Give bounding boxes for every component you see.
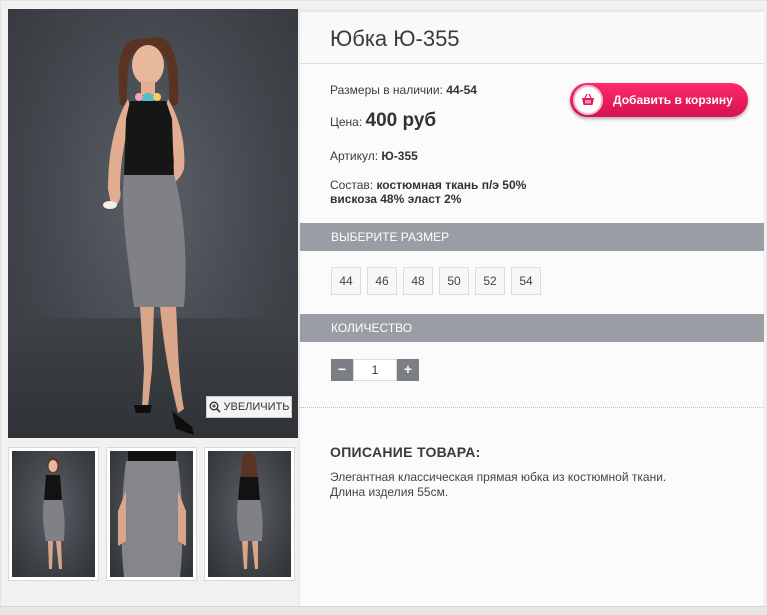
model-figure [103,37,194,435]
quantity-decrease-button[interactable]: − [331,359,353,381]
page-bottom-border [0,606,767,615]
quantity-section-header: КОЛИЧЕСТВО [300,314,764,342]
divider [300,407,764,408]
thumbnail-skirt-closeup[interactable] [106,447,197,581]
composition-line-2: вискоза 48% эласт 2% [330,192,462,206]
sizes-available: Размеры в наличии: 44-54 [330,83,477,97]
zoom-in-icon [209,401,221,413]
description-text: Элегантная классическая прямая юбка из к… [330,470,750,500]
thumbnail-back[interactable] [204,447,295,581]
composition-line-1: костюмная ткань п/э 50% [376,178,527,192]
sizes-label: Размеры в наличии: [330,83,443,97]
article-value: Ю-355 [381,149,418,163]
basket-icon [582,93,594,105]
add-to-cart-button[interactable]: Добавить в корзину [570,83,748,117]
size-option-46[interactable]: 46 [367,267,397,295]
product-details-panel: Юбка Ю-355 Размеры в наличии: 44-54 Цена… [299,9,764,607]
size-option-48[interactable]: 48 [403,267,433,295]
composition-label: Состав: [330,178,374,192]
sizes-value: 44-54 [446,83,477,97]
size-option-44[interactable]: 44 [331,267,361,295]
page-title: Юбка Ю-355 [330,26,460,51]
price-value: 400 руб [365,110,437,131]
zoom-button[interactable]: УВЕЛИЧИТЬ [206,396,292,418]
price: Цена: 400 руб [330,110,436,132]
thumbnail-front[interactable] [8,447,99,581]
zoom-label: УВЕЛИЧИТЬ [223,401,290,413]
price-label: Цена: [330,115,363,129]
size-option-50[interactable]: 50 [439,267,469,295]
description-line-1: Элегантная классическая прямая юбка из к… [330,470,667,484]
description-line-2: Длина изделия 55см. [330,485,449,499]
thumbnail-image [208,451,291,577]
main-product-photo[interactable]: УВЕЛИЧИТЬ [8,9,298,438]
size-option-54[interactable]: 54 [511,267,541,295]
size-option-52[interactable]: 52 [475,267,505,295]
composition: Состав: костюмная ткань п/э 50% вискоза … [330,178,526,206]
title-bar: Юбка Ю-355 [300,9,764,64]
article-label: Артикул: [330,149,379,163]
thumbnail-image [12,451,95,577]
quantity-increase-button[interactable]: + [397,359,419,381]
description-heading: ОПИСАНИЕ ТОВАРА: [330,444,481,460]
quantity-input[interactable] [353,359,397,381]
size-section-header: ВЫБЕРИТЕ РАЗМЕР [300,223,764,251]
article: Артикул: Ю-355 [330,149,418,163]
cart-icon-circle [573,85,603,115]
add-to-cart-label: Добавить в корзину [613,93,733,107]
thumbnail-image [110,451,193,577]
